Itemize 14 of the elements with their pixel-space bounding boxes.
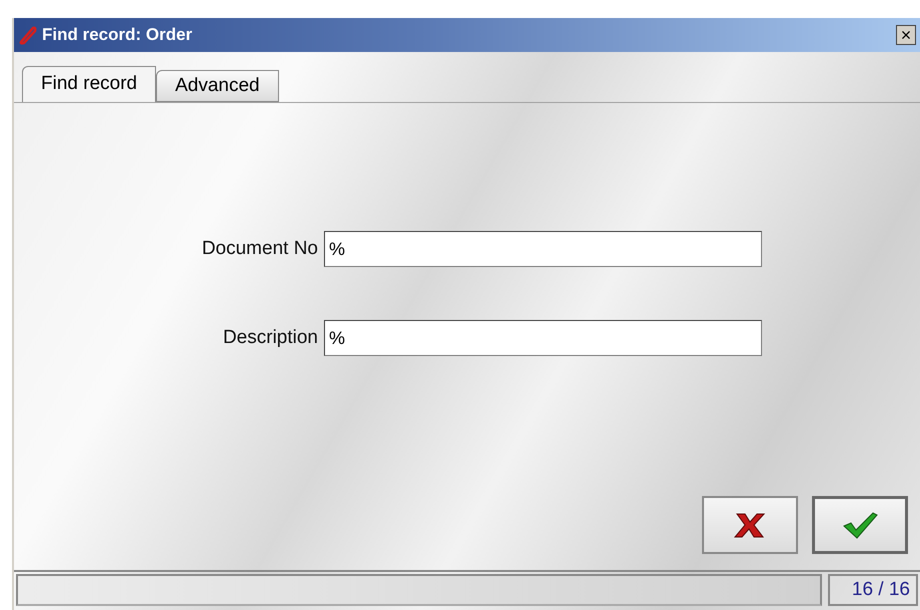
x-mark-icon	[733, 511, 767, 539]
input-field[interactable]: %	[324, 320, 762, 356]
pen-icon	[18, 25, 38, 45]
checkmark-icon	[842, 510, 878, 540]
cancel-button[interactable]	[702, 496, 798, 554]
tab[interactable]: Advanced	[156, 70, 279, 102]
tab[interactable]: Find record	[22, 66, 156, 102]
ok-button[interactable]	[812, 496, 908, 554]
field-label: Document No	[200, 236, 319, 261]
input-field[interactable]: %	[324, 231, 762, 267]
close-button[interactable]: ×	[896, 25, 916, 45]
record-counter: 16 / 16	[828, 574, 918, 606]
field-label: Description	[222, 326, 319, 350]
window-title: Find record: Order	[42, 24, 194, 46]
